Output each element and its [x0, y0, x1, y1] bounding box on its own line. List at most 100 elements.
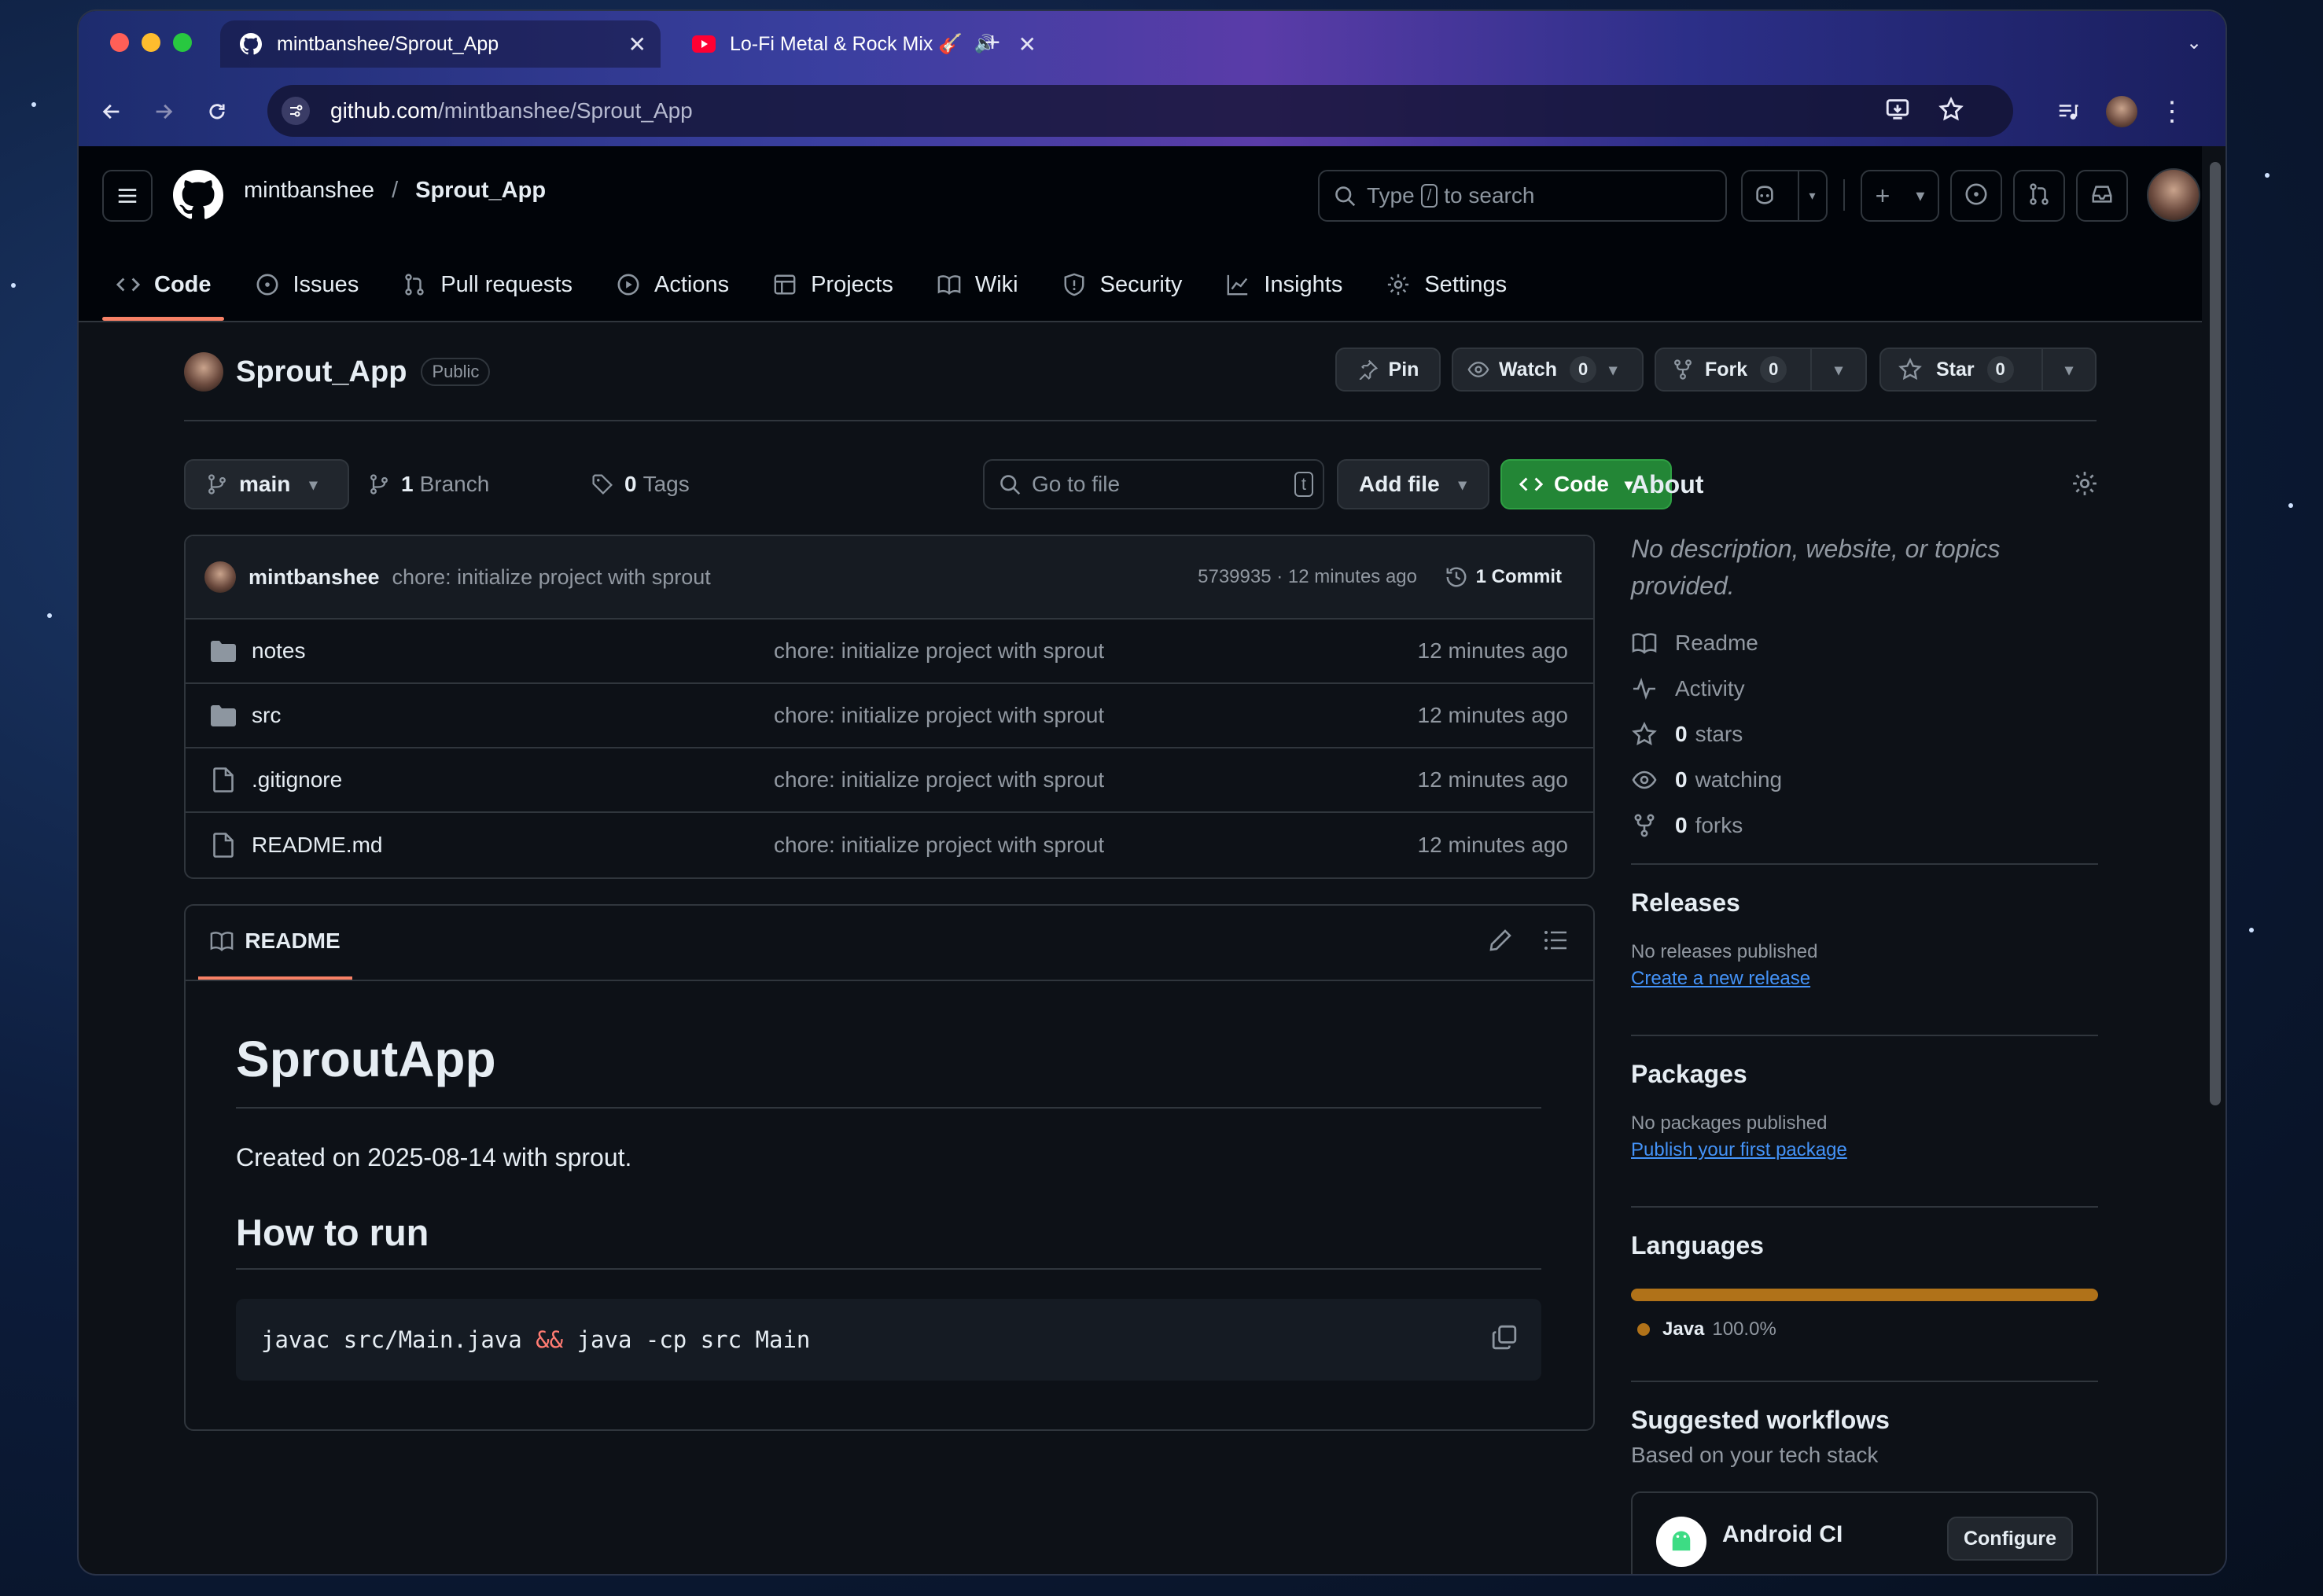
tab-actions[interactable]: Actions	[602, 248, 742, 321]
readme-code-block: javac src/Main.java && java -cp src Main	[236, 1299, 1541, 1381]
tab-security[interactable]: Security	[1048, 248, 1195, 321]
branch-selector[interactable]: main ▾	[184, 459, 349, 509]
fork-button[interactable]: Fork 0 ▾	[1655, 348, 1867, 392]
close-window-button[interactable]	[110, 33, 129, 52]
tab-search-chevron-icon[interactable]: ⌄	[2174, 22, 2214, 63]
pin-button[interactable]: Pin	[1335, 348, 1441, 392]
tags-link[interactable]: 0 Tags	[591, 472, 690, 497]
search-prefix: Type	[1367, 183, 1415, 208]
tab-wiki[interactable]: Wiki	[923, 248, 1031, 321]
forward-arrow-icon[interactable]	[143, 91, 184, 132]
search-input[interactable]: Type / to search	[1318, 170, 1727, 222]
packages-section: Packages No packages published Publish y…	[1631, 1060, 1847, 1161]
language-item[interactable]: Java 100.0%	[1631, 1318, 2098, 1340]
file-commit-message[interactable]: chore: initialize project with sprout	[774, 833, 1104, 858]
inbox-button[interactable]	[2076, 170, 2128, 222]
breadcrumb-owner[interactable]: mintbanshee	[244, 178, 374, 204]
file-row[interactable]: .gitignore chore: initialize project wit…	[186, 748, 1593, 813]
issues-button[interactable]	[1950, 170, 2002, 222]
chevron-down-icon[interactable]: ▾	[1798, 170, 1816, 222]
back-arrow-icon[interactable]	[91, 91, 132, 132]
gear-icon	[1385, 271, 1412, 298]
create-new-button[interactable]: + ▾	[1861, 170, 1939, 222]
file-name[interactable]: notes	[252, 638, 306, 664]
file-row[interactable]: src chore: initialize project with sprou…	[186, 684, 1593, 748]
chevron-down-icon[interactable]: ▾	[1810, 349, 1865, 390]
publish-package-link[interactable]: Publish your first package	[1631, 1139, 1847, 1161]
chevron-down-icon[interactable]: ▾	[2041, 349, 2095, 390]
tag-icon	[591, 473, 613, 495]
file-commit-message[interactable]: chore: initialize project with sprout	[774, 703, 1104, 728]
file-row[interactable]: README.md chore: initialize project with…	[186, 813, 1593, 877]
maximize-window-button[interactable]	[173, 33, 192, 52]
tab-issues[interactable]: Issues	[241, 248, 372, 321]
hamburger-menu-icon[interactable]	[102, 170, 153, 222]
site-settings-icon[interactable]	[282, 97, 310, 125]
file-name[interactable]: .gitignore	[252, 767, 342, 792]
releases-title[interactable]: Releases	[1631, 888, 1817, 918]
star-decoration	[2288, 503, 2293, 508]
commit-hash-time[interactable]: 5739935 · 12 minutes ago	[1198, 566, 1417, 588]
commit-message[interactable]: chore: initialize project with sprout	[392, 565, 711, 590]
copy-icon[interactable]	[1491, 1324, 1518, 1351]
tab-insights[interactable]: Insights	[1212, 248, 1355, 321]
scrollbar-track[interactable]	[2205, 146, 2225, 1574]
reload-icon[interactable]	[197, 91, 237, 132]
go-to-file-input[interactable]: Go to file t	[983, 459, 1324, 509]
file-row[interactable]: notes chore: initialize project with spr…	[186, 620, 1593, 684]
bookmark-star-icon[interactable]	[1938, 96, 1964, 127]
commit-author-avatar[interactable]	[204, 561, 236, 593]
repo-name[interactable]: Sprout_App	[236, 355, 407, 389]
tab-pull-requests[interactable]: Pull requests	[388, 248, 585, 321]
branches-link[interactable]: 1 Branch	[368, 472, 489, 497]
repo-main: Sprout_App Public Pin Watch 0 ▾ Fork 0 ▾…	[79, 322, 2202, 1574]
scrollbar-thumb[interactable]	[2210, 162, 2221, 1105]
list-unordered-icon[interactable]	[1543, 928, 1568, 953]
file-name[interactable]: README.md	[252, 833, 382, 858]
close-tab-icon[interactable]: ✕	[628, 31, 646, 57]
profile-avatar-icon[interactable]	[2101, 91, 2142, 132]
user-avatar[interactable]	[2147, 168, 2200, 222]
breadcrumb-repo[interactable]: Sprout_App	[415, 178, 546, 204]
commit-author[interactable]: mintbanshee	[248, 565, 380, 590]
git-pull-request-icon	[2027, 182, 2051, 210]
media-controls-icon[interactable]	[2048, 91, 2089, 132]
forks-link[interactable]: 0 forks	[1631, 803, 2098, 848]
visibility-badge: Public	[421, 358, 491, 386]
tab-projects[interactable]: Projects	[759, 248, 906, 321]
file-commit-message[interactable]: chore: initialize project with sprout	[774, 638, 1104, 664]
browser-tab-github[interactable]: mintbanshee/Sprout_App ✕	[220, 20, 661, 68]
commits-link[interactable]: 1 Commit	[1445, 565, 1562, 589]
watching-link[interactable]: 0 watching	[1631, 757, 2098, 803]
pull-requests-button[interactable]	[2013, 170, 2065, 222]
packages-title[interactable]: Packages	[1631, 1060, 1847, 1089]
activity-link[interactable]: Activity	[1631, 666, 2098, 712]
owner-avatar[interactable]	[184, 352, 223, 392]
stars-link[interactable]: 0 stars	[1631, 712, 2098, 757]
chevron-down-icon[interactable]: ▾	[1609, 360, 1617, 380]
file-name[interactable]: src	[252, 703, 281, 728]
github-logo-icon[interactable]	[173, 170, 224, 224]
address-bar[interactable]: github.com/mintbanshee/Sprout_App	[267, 85, 2013, 137]
tab-code[interactable]: Code	[102, 248, 224, 321]
close-tab-icon[interactable]: ✕	[1018, 31, 1036, 57]
minimize-window-button[interactable]	[142, 33, 160, 52]
pencil-icon[interactable]	[1488, 928, 1513, 953]
create-release-link[interactable]: Create a new release	[1631, 968, 1817, 990]
gear-icon[interactable]	[2071, 470, 2098, 497]
readme-link[interactable]: Readme	[1631, 620, 2098, 666]
add-file-button[interactable]: Add file ▾	[1337, 459, 1489, 509]
file-commit-message[interactable]: chore: initialize project with sprout	[774, 767, 1104, 792]
configure-button[interactable]: Configure	[1947, 1517, 2073, 1561]
watch-button[interactable]: Watch 0 ▾	[1452, 348, 1644, 392]
workflow-card: Android CI Configure	[1631, 1491, 2098, 1574]
language-name: Java	[1662, 1318, 1705, 1340]
readme-tab[interactable]: README	[198, 906, 352, 980]
install-app-icon[interactable]	[1884, 96, 1911, 127]
star-button[interactable]: Star 0 ▾	[1879, 348, 2097, 392]
branches-count: 1	[401, 472, 414, 496]
copilot-button[interactable]: ▾	[1741, 170, 1828, 222]
tab-settings[interactable]: Settings	[1372, 248, 1519, 321]
browser-menu-icon[interactable]: ⋮	[2152, 91, 2192, 132]
new-tab-icon[interactable]: +	[972, 22, 1013, 63]
